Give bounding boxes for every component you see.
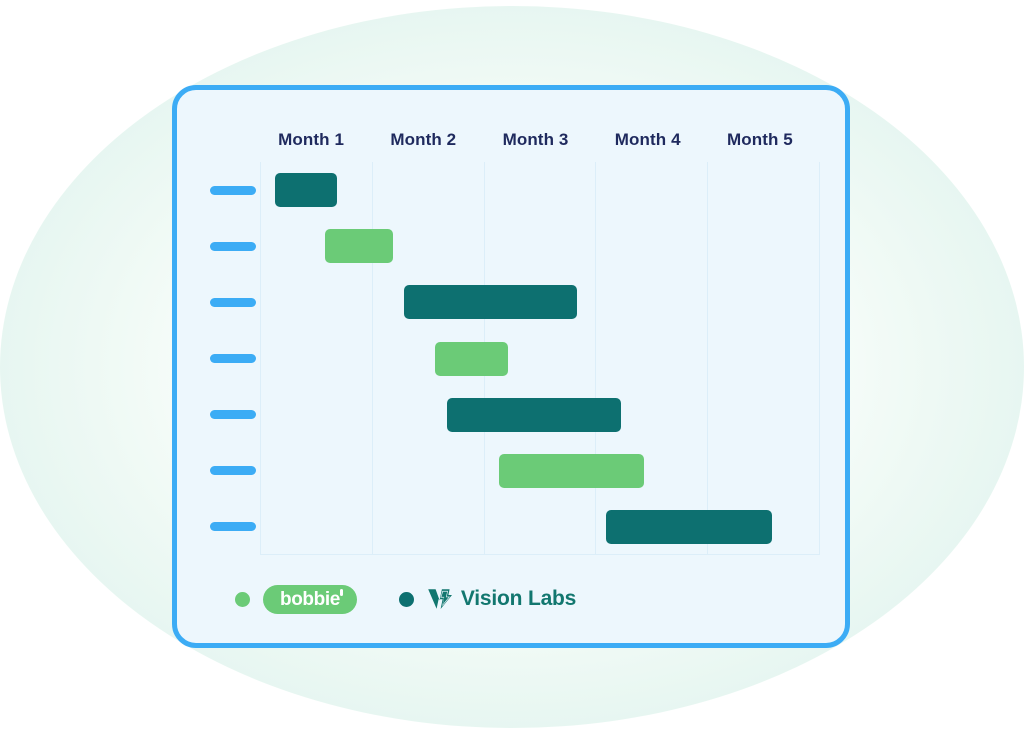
chart-legend: bobbie Vision Labs xyxy=(235,582,576,616)
month-header-5: Month 5 xyxy=(726,130,793,149)
gantt-bar-6 xyxy=(498,453,645,488)
screenshot-stage: Month 1 Month 2 Month 3 Month 4 Month 5 xyxy=(0,0,1024,734)
bobbie-tittle-dot xyxy=(340,588,344,596)
bobbie-logo: bobbie xyxy=(263,584,357,614)
legend-dot-vision-labs xyxy=(398,591,414,607)
row-label-placeholder-2 xyxy=(210,241,256,251)
gantt-bar-5 xyxy=(447,397,621,432)
gantt-chart-card: Month 1 Month 2 Month 3 Month 4 Month 5 xyxy=(172,85,850,648)
legend-item-vision-labs[interactable]: Vision Labs xyxy=(398,582,576,616)
gantt-bar-1 xyxy=(274,173,338,208)
row-label-placeholder-1 xyxy=(210,185,256,195)
row-label-placeholder-5 xyxy=(210,410,256,420)
gantt-bars xyxy=(260,162,820,555)
month-header-3: Month 3 xyxy=(502,130,569,149)
legend-dot-bobbie xyxy=(235,591,250,607)
month-header-2: Month 2 xyxy=(390,130,457,149)
month-header-row: Month 1 Month 2 Month 3 Month 4 Month 5 xyxy=(255,123,816,157)
gantt-bar-7 xyxy=(606,509,772,544)
gantt-bar-3 xyxy=(404,285,577,320)
bobbie-wordmark: bobbie xyxy=(280,588,340,610)
gantt-bar-2 xyxy=(324,229,394,264)
month-header-4: Month 4 xyxy=(614,130,681,149)
legend-item-bobbie[interactable]: bobbie xyxy=(235,582,357,616)
gantt-bar-4 xyxy=(434,341,508,376)
row-label-placeholder-3 xyxy=(210,297,256,307)
row-label-placeholder-4 xyxy=(210,354,256,363)
row-label-placeholder-7 xyxy=(210,522,256,532)
month-header-1: Month 1 xyxy=(278,130,345,149)
row-label-column xyxy=(210,162,256,555)
vision-labs-wordmark: Vision Labs xyxy=(460,587,577,610)
row-label-placeholder-6 xyxy=(210,466,256,476)
vision-labs-logo: Vision Labs xyxy=(427,587,576,611)
v-bolt-icon xyxy=(428,589,452,609)
